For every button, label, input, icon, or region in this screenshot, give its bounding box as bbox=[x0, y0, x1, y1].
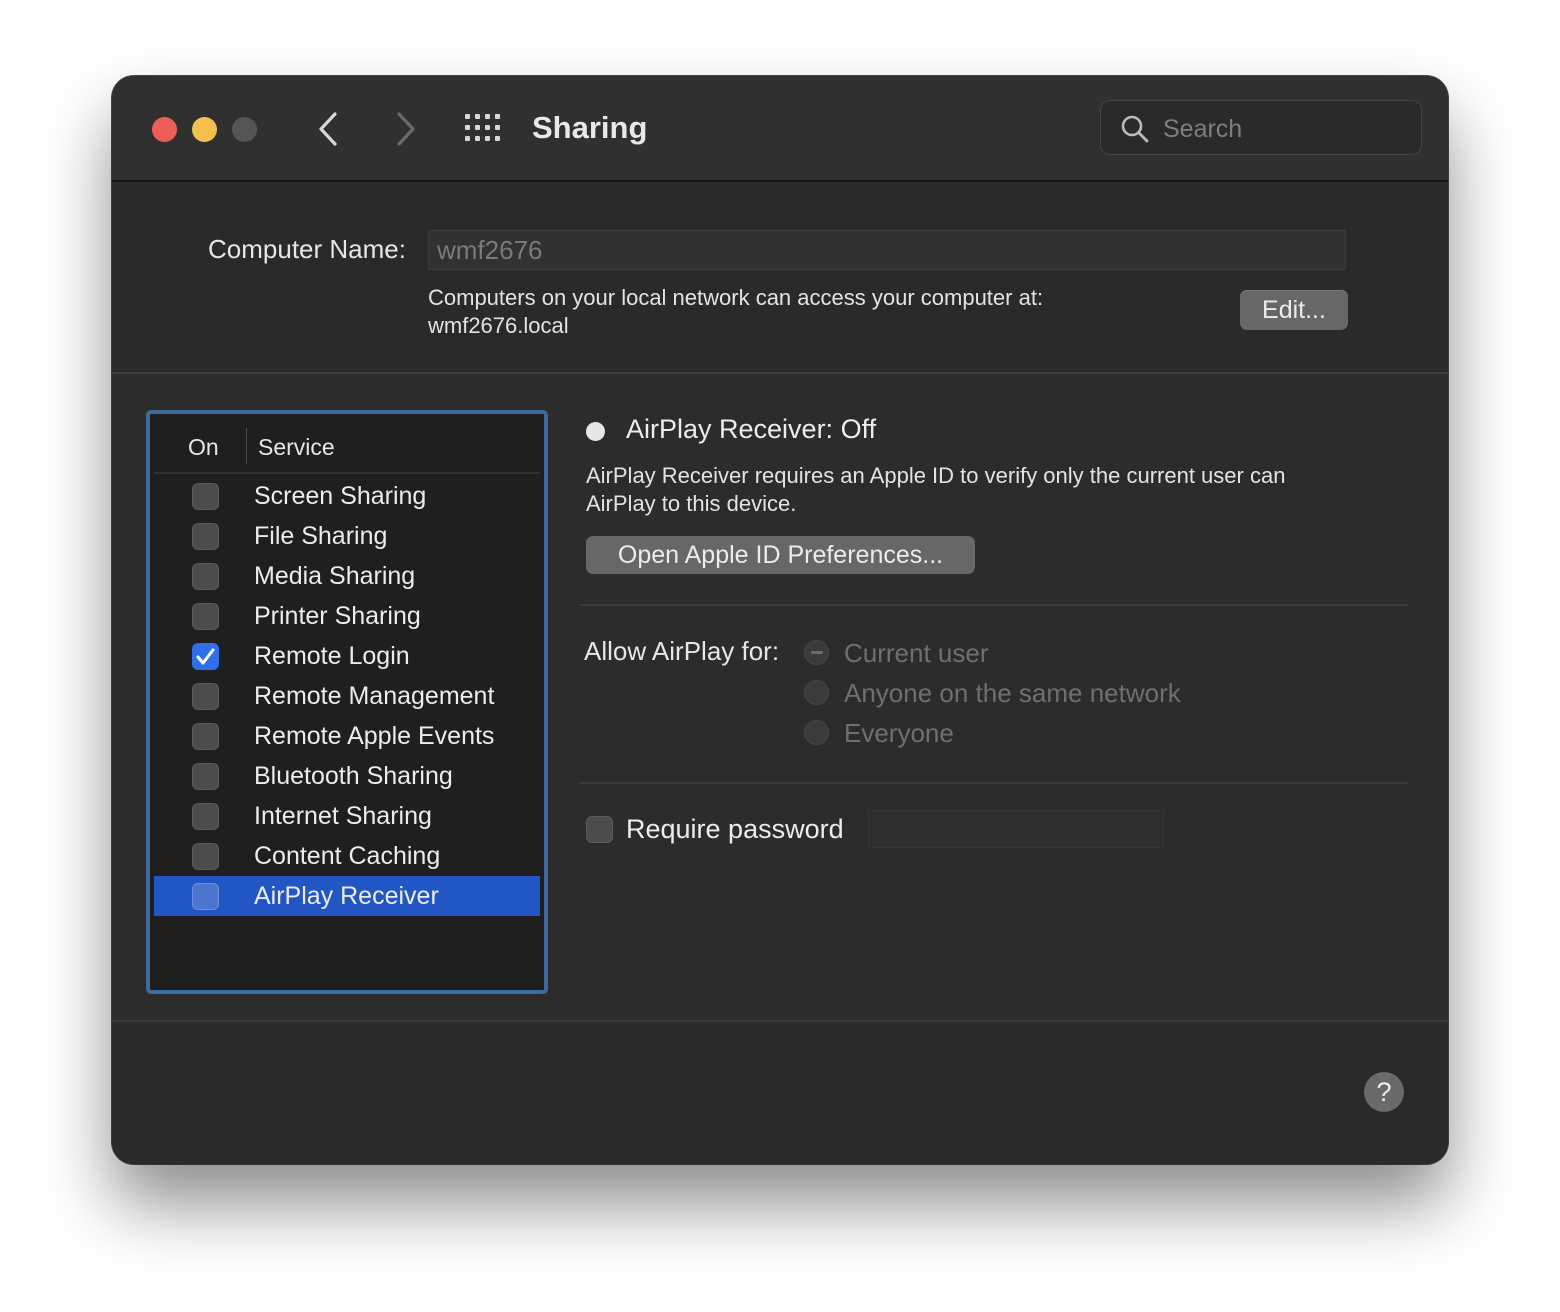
service-row[interactable]: File Sharing bbox=[154, 516, 540, 556]
service-label: File Sharing bbox=[254, 522, 388, 550]
require-password-checkbox[interactable] bbox=[586, 816, 613, 843]
service-checkbox[interactable] bbox=[192, 483, 219, 510]
service-row[interactable]: Remote Management bbox=[154, 676, 540, 716]
service-checkbox[interactable] bbox=[192, 763, 219, 790]
service-checkbox[interactable] bbox=[192, 883, 219, 910]
service-row[interactable]: AirPlay Receiver bbox=[154, 876, 540, 916]
help-button[interactable]: ? bbox=[1364, 1072, 1404, 1112]
service-row[interactable]: Screen Sharing bbox=[154, 476, 540, 516]
network-address-description: Computers on your local network can acce… bbox=[428, 284, 1043, 340]
zoom-button[interactable] bbox=[232, 117, 257, 142]
network-desc-line2: wmf2676.local bbox=[428, 313, 569, 338]
service-checkbox[interactable] bbox=[192, 603, 219, 630]
column-header-service[interactable]: Service bbox=[258, 434, 335, 461]
service-status: AirPlay Receiver: Off bbox=[626, 414, 877, 444]
mixed-state-dash bbox=[811, 651, 823, 654]
search-icon bbox=[1121, 115, 1149, 143]
service-row[interactable]: Remote Login bbox=[154, 636, 540, 676]
search-field[interactable] bbox=[1100, 100, 1422, 155]
require-password-label: Require password bbox=[626, 814, 844, 844]
computer-name-field[interactable]: wmf2676 bbox=[428, 230, 1346, 270]
edit-button[interactable]: Edit... bbox=[1240, 290, 1348, 330]
chevron-left-icon bbox=[319, 112, 337, 146]
column-header-on[interactable]: On bbox=[188, 434, 219, 461]
service-row[interactable]: Internet Sharing bbox=[154, 796, 540, 836]
computer-name-label: Computer Name: bbox=[208, 234, 406, 264]
service-desc-line1: AirPlay Receiver requires an Apple ID to… bbox=[586, 463, 1286, 488]
service-label: Remote Login bbox=[254, 642, 410, 670]
search-input[interactable] bbox=[1161, 109, 1405, 149]
section-divider bbox=[580, 782, 1408, 784]
service-row[interactable]: Printer Sharing bbox=[154, 596, 540, 636]
service-row[interactable]: Bluetooth Sharing bbox=[154, 756, 540, 796]
sharing-window: Sharing Computer Name: wmf2676 Computers… bbox=[112, 76, 1448, 1164]
sharing-panel: On Service Screen Sharing File Sharing Med… bbox=[112, 372, 1448, 1022]
minimize-button[interactable] bbox=[192, 117, 217, 142]
service-checkbox[interactable] bbox=[192, 523, 219, 550]
service-label: Bluetooth Sharing bbox=[254, 762, 453, 790]
service-label: Screen Sharing bbox=[254, 482, 427, 510]
radio-label-everyone: Everyone bbox=[844, 718, 954, 748]
service-checkbox[interactable] bbox=[192, 563, 219, 590]
column-separator bbox=[246, 428, 247, 464]
back-button[interactable] bbox=[308, 106, 352, 152]
radio-everyone[interactable] bbox=[804, 720, 829, 745]
service-row[interactable]: Remote Apple Events bbox=[154, 716, 540, 756]
show-all-button[interactable] bbox=[464, 113, 502, 143]
service-checkbox[interactable] bbox=[192, 643, 219, 670]
service-row[interactable]: Content Caching bbox=[154, 836, 540, 876]
toolbar: Sharing bbox=[112, 76, 1448, 182]
services-list[interactable]: On Service Screen Sharing File Sharing Med… bbox=[146, 410, 548, 994]
service-checkbox[interactable] bbox=[192, 683, 219, 710]
allow-airplay-label: Allow AirPlay for: bbox=[584, 636, 780, 666]
service-checkbox[interactable] bbox=[192, 843, 219, 870]
service-label: AirPlay Receiver bbox=[254, 882, 439, 910]
service-label: Remote Apple Events bbox=[254, 722, 495, 750]
service-description: AirPlay Receiver requires an Apple ID to… bbox=[586, 462, 1386, 518]
radio-label-same-network: Anyone on the same network bbox=[844, 678, 1181, 708]
forward-button[interactable] bbox=[382, 106, 426, 152]
status-indicator-dot bbox=[586, 422, 605, 441]
services-list-header: On Service bbox=[154, 418, 540, 474]
password-field[interactable] bbox=[868, 810, 1164, 848]
service-label: Internet Sharing bbox=[254, 802, 432, 830]
service-row[interactable]: Media Sharing bbox=[154, 556, 540, 596]
service-checkbox[interactable] bbox=[192, 803, 219, 830]
service-label: Content Caching bbox=[254, 842, 441, 870]
radio-label-current-user: Current user bbox=[844, 638, 989, 668]
radio-same-network[interactable] bbox=[804, 680, 829, 705]
service-label: Media Sharing bbox=[254, 562, 416, 590]
grid-icon bbox=[465, 114, 500, 141]
service-label: Remote Management bbox=[254, 682, 495, 710]
chevron-right-icon bbox=[397, 112, 415, 146]
close-button[interactable] bbox=[152, 117, 177, 142]
checkmark-icon bbox=[196, 648, 215, 665]
service-label: Printer Sharing bbox=[254, 602, 421, 630]
service-checkbox[interactable] bbox=[192, 723, 219, 750]
service-desc-line2: AirPlay to this device. bbox=[586, 491, 797, 516]
open-apple-id-preferences-button[interactable]: Open Apple ID Preferences... bbox=[586, 536, 975, 574]
radio-current-user[interactable] bbox=[804, 640, 829, 665]
network-desc-line1: Computers on your local network can acce… bbox=[428, 285, 1044, 310]
section-divider bbox=[580, 604, 1408, 606]
window-title: Sharing bbox=[532, 110, 648, 145]
